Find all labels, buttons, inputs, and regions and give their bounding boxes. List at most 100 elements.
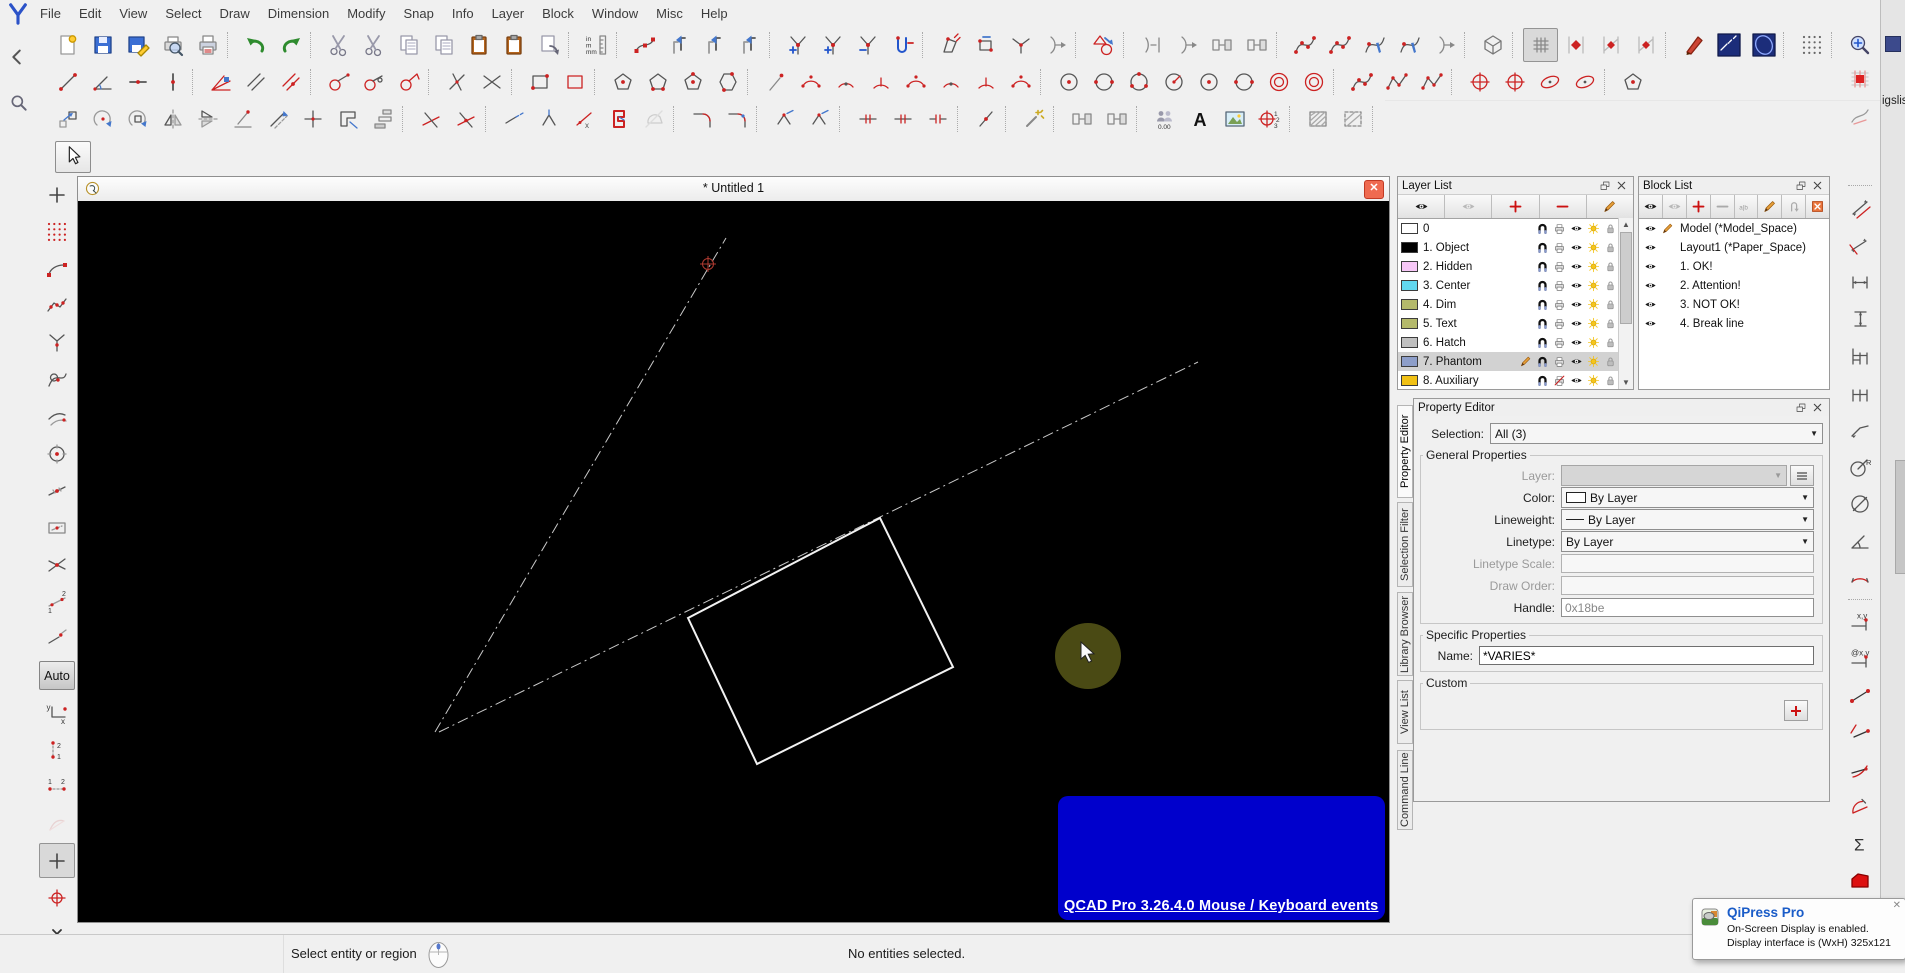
snap-parallel-button[interactable]	[39, 399, 75, 434]
menu-draw[interactable]: Draw	[210, 2, 258, 25]
layer-visible-icon[interactable]	[1568, 317, 1585, 330]
show-all-layers-button[interactable]	[1398, 195, 1445, 218]
paste-button[interactable]	[461, 28, 496, 62]
trim-button[interactable]	[413, 102, 448, 136]
dimension-radius-button[interactable]: R	[1842, 449, 1878, 484]
drag-and-drop-button[interactable]	[531, 28, 566, 62]
flip-vertical-button[interactable]	[190, 102, 225, 136]
line-tangent-orthogonal-button[interactable]	[391, 65, 426, 99]
ellipse-inscribed-button[interactable]	[1567, 65, 1602, 99]
qipress-close-icon[interactable]: ✕	[1893, 900, 1901, 911]
insert-block-button[interactable]	[1782, 195, 1806, 218]
snap-distance-button[interactable]	[39, 621, 75, 656]
document-title-bar[interactable]: * Untitled 1 ✕	[78, 177, 1389, 202]
grid-snap-button[interactable]	[39, 214, 75, 249]
image-button[interactable]	[1217, 102, 1252, 136]
layer-print-icon[interactable]	[1551, 241, 1568, 254]
remove-node-button[interactable]	[850, 28, 885, 62]
line-horizontal-button[interactable]	[120, 65, 155, 99]
menu-select[interactable]: Select	[156, 2, 210, 25]
snap-magnet-icon[interactable]	[1534, 355, 1551, 368]
copy-with-reference-button[interactable]	[426, 28, 461, 62]
layer-visible-icon[interactable]	[1568, 222, 1585, 235]
block-row[interactable]: 1. OK!	[1639, 257, 1829, 276]
line-relative-angle-button[interactable]	[474, 65, 509, 99]
menu-block[interactable]: Block	[533, 2, 583, 25]
layer-lock-icon[interactable]	[1602, 241, 1619, 254]
close-block-editing-button[interactable]	[1806, 195, 1829, 218]
point-display-button[interactable]	[1794, 28, 1829, 62]
convert-shapes-button[interactable]	[1086, 28, 1121, 62]
layer-sun-icon[interactable]	[1585, 317, 1602, 330]
layer-lock-icon[interactable]	[1602, 222, 1619, 235]
arc-tangent-button[interactable]	[758, 65, 793, 99]
layer-sun-icon[interactable]	[1585, 260, 1602, 273]
circle-2-points-button[interactable]	[1086, 65, 1121, 99]
block-visible-icon[interactable]	[1642, 241, 1659, 254]
block-clip-button[interactable]	[601, 102, 636, 136]
point-multiple-button[interactable]	[1497, 65, 1532, 99]
move-copy-button[interactable]	[50, 102, 85, 136]
create-block-button[interactable]	[1064, 102, 1099, 136]
document-close-button[interactable]: ✕	[1364, 180, 1384, 199]
lengthen-button[interactable]	[496, 102, 531, 136]
draft-circles-button[interactable]	[1746, 28, 1781, 62]
snap-magnet-icon[interactable]	[1534, 222, 1551, 235]
layer-visible-icon[interactable]	[1568, 374, 1585, 387]
dimension-horizontal-button[interactable]	[1842, 264, 1878, 299]
clip-to-polygon-button[interactable]	[330, 102, 365, 136]
cut-with-reference-button[interactable]	[356, 28, 391, 62]
round-corner-button[interactable]	[684, 102, 719, 136]
block-panel-close-button[interactable]	[1810, 179, 1825, 193]
info-distance-point-line-button[interactable]	[1842, 715, 1878, 750]
offset-segments-alt-button[interactable]	[1239, 28, 1274, 62]
delete-segment-button[interactable]	[885, 28, 920, 62]
stretch-freehand-button[interactable]	[802, 102, 837, 136]
block-row[interactable]: 3. NOT OK!	[1639, 295, 1829, 314]
add-node-button[interactable]	[780, 28, 815, 62]
snap-reference-button[interactable]	[39, 510, 75, 545]
trim-segments-button[interactable]	[1003, 28, 1038, 62]
layer-row[interactable]: 6. Hatch	[1398, 333, 1619, 352]
edit-spline-point-button[interactable]	[1392, 28, 1427, 62]
circle-tangent-radius-button[interactable]	[1226, 65, 1261, 99]
screen-based-linetypes-button[interactable]	[1711, 28, 1746, 62]
spline-control-points-button[interactable]	[1322, 28, 1357, 62]
layer-visible-icon[interactable]	[1568, 298, 1585, 311]
line-vertical-button[interactable]	[155, 65, 190, 99]
tab-selection-filter[interactable]: Selection Filter	[1397, 502, 1413, 587]
layer-visible-icon[interactable]	[1568, 241, 1585, 254]
block-row[interactable]: 4. Break line	[1639, 314, 1829, 333]
spline-from-fit-points-button[interactable]	[1287, 28, 1322, 62]
draft-mode-button[interactable]	[1676, 28, 1711, 62]
layer-sun-icon[interactable]	[1585, 355, 1602, 368]
polygon-center-corner-button[interactable]	[605, 65, 640, 99]
layer-row[interactable]: 1. Object	[1398, 238, 1619, 257]
scrollbar-thumb[interactable]	[1620, 232, 1632, 324]
hatch-button[interactable]	[1300, 102, 1335, 136]
layer-visible-icon[interactable]	[1568, 336, 1585, 349]
tab-property-editor[interactable]: Property Editor	[1397, 405, 1413, 498]
copy-button[interactable]	[391, 28, 426, 62]
ellipse-center-button[interactable]	[1532, 65, 1567, 99]
block-visible-icon[interactable]	[1642, 298, 1659, 311]
line-tangent-point-circle-button[interactable]	[321, 65, 356, 99]
line-2-points-button[interactable]	[50, 65, 85, 99]
layer-row[interactable]: 0	[1398, 219, 1619, 238]
undo-button[interactable]	[238, 28, 273, 62]
snap-magnet-icon[interactable]	[1534, 298, 1551, 311]
arc-concentric-button[interactable]	[1003, 65, 1038, 99]
snap-magnet-icon[interactable]	[1534, 336, 1551, 349]
block-name-input[interactable]	[1479, 646, 1814, 665]
hatch-boundary-button[interactable]	[1842, 61, 1878, 96]
layer-menu-button[interactable]	[1790, 465, 1814, 486]
color-combo[interactable]: By Layer▼	[1561, 487, 1814, 508]
show-all-blocks-button[interactable]	[1639, 195, 1663, 218]
property-panel-float-button[interactable]	[1793, 401, 1808, 415]
menu-file[interactable]: File	[31, 2, 70, 25]
draw-order-button[interactable]	[365, 102, 400, 136]
edit-block-button[interactable]	[1758, 195, 1782, 218]
snap-magnet-icon[interactable]	[1534, 374, 1551, 387]
polygon-center-side-button[interactable]	[640, 65, 675, 99]
remove-layer-button[interactable]	[1540, 195, 1587, 218]
